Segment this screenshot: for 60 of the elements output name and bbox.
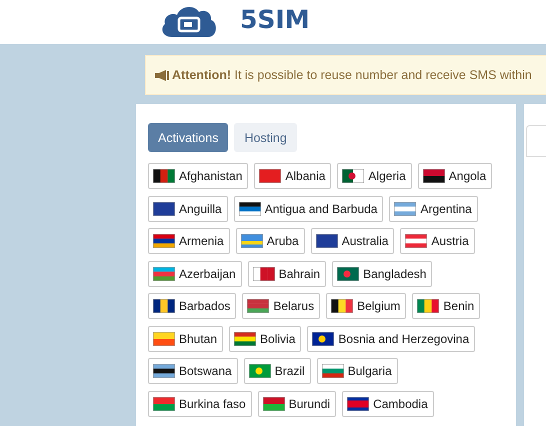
flag-icon: [316, 234, 338, 248]
country-button[interactable]: Algeria: [337, 163, 412, 189]
tab[interactable]: Activations: [148, 123, 228, 152]
country-button[interactable]: Armenia: [148, 228, 230, 254]
country-button[interactable]: Austria: [400, 228, 475, 254]
side-card: [526, 125, 546, 157]
country-button[interactable]: Burundi: [258, 390, 336, 416]
flag-icon: [422, 169, 445, 183]
flag-icon: [337, 266, 360, 280]
country-button[interactable]: Albania: [254, 163, 332, 189]
flag-icon: [153, 169, 175, 183]
alert-text: Attention! It is possible to reuse number and receive SMS within: [172, 68, 532, 82]
country-button[interactable]: Brazil: [244, 358, 311, 384]
country-button[interactable]: Benin: [412, 293, 480, 319]
flag-icon: [259, 169, 282, 183]
flag-icon: [405, 234, 428, 248]
flag-icon: [240, 234, 263, 248]
flag-icon: [153, 266, 175, 280]
flag-icon: [347, 396, 370, 410]
flag-icon: [238, 202, 261, 216]
country-button[interactable]: Azerbaijan: [148, 260, 242, 286]
country-button[interactable]: Anguilla: [148, 196, 228, 222]
flag-icon: [153, 202, 175, 216]
flag-icon: [248, 364, 271, 378]
flag-icon: [331, 299, 354, 313]
country-button[interactable]: Belarus: [242, 293, 320, 319]
flag-icon: [417, 299, 440, 313]
flag-icon: [153, 332, 175, 346]
country-button[interactable]: Bolivia: [229, 326, 302, 352]
country-button[interactable]: Bulgaria: [316, 358, 398, 384]
country-button[interactable]: Afghanistan: [148, 163, 248, 189]
country-button[interactable]: Angola: [418, 163, 492, 189]
country-button[interactable]: Bangladesh: [332, 260, 432, 286]
country-button[interactable]: Bahrain: [248, 260, 326, 286]
flag-icon: [322, 364, 344, 378]
country-button[interactable]: Argentina: [389, 196, 478, 222]
country-button[interactable]: Antigua and Barbuda: [234, 196, 384, 222]
flag-icon: [153, 364, 175, 378]
flag-icon: [394, 202, 416, 216]
flag-icon: [252, 266, 275, 280]
country-button[interactable]: Botswana: [148, 358, 238, 384]
flag-icon: [312, 332, 334, 346]
country-button[interactable]: Aruba: [236, 228, 305, 254]
tab[interactable]: Hosting: [234, 123, 297, 152]
flag-icon: [153, 396, 175, 410]
brand-name: 5SIM: [240, 4, 310, 34]
flag-icon: [153, 234, 175, 248]
country-button[interactable]: Bhutan: [148, 326, 224, 352]
country-button[interactable]: Burkina faso: [148, 390, 252, 416]
flag-icon: [342, 169, 364, 183]
flag-icon: [247, 299, 270, 313]
country-button[interactable]: Cambodia: [342, 390, 434, 416]
flag-icon: [234, 332, 256, 346]
megaphone-icon: [155, 70, 169, 80]
country-button[interactable]: Belgium: [326, 293, 406, 319]
flag-icon: [153, 299, 175, 313]
country-button[interactable]: Bosnia and Herzegovina: [307, 326, 476, 352]
country-button[interactable]: Barbados: [148, 293, 236, 319]
country-button[interactable]: Australia: [310, 228, 394, 254]
flag-icon: [262, 396, 285, 410]
